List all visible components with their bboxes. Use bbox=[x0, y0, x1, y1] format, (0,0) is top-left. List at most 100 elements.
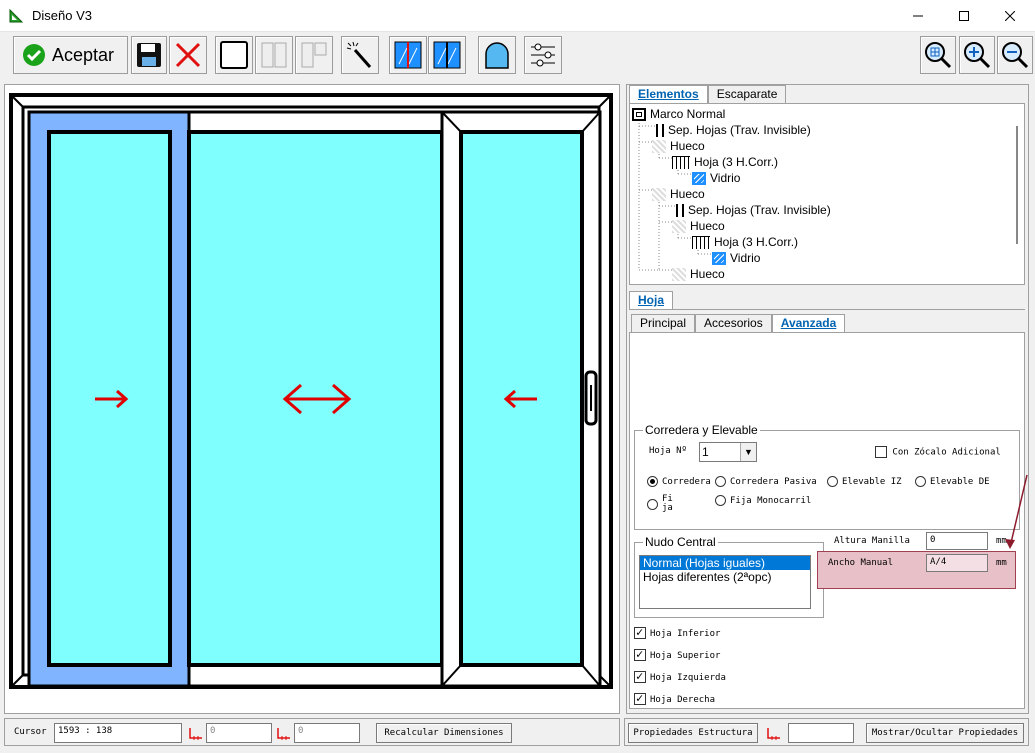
structure-properties-button[interactable]: Propiedades Estructura bbox=[628, 723, 758, 743]
window-title: Diseño V3 bbox=[32, 8, 92, 23]
tab-escaparate[interactable]: Escaparate bbox=[707, 85, 787, 103]
zoom-out-icon bbox=[1002, 42, 1029, 69]
tree-node[interactable]: Hoja (3 H.Corr.) bbox=[692, 234, 798, 250]
nudo-title: Nudo Central bbox=[643, 535, 718, 549]
recalculate-button[interactable]: Recalcular Dimensiones bbox=[376, 723, 512, 743]
tab-elementos[interactable]: Elementos bbox=[629, 85, 708, 103]
tab-accesorios[interactable]: Accesorios bbox=[695, 314, 772, 332]
chevron-down-icon: ▼ bbox=[740, 443, 756, 461]
save-button[interactable] bbox=[131, 36, 167, 74]
checkbox[interactable] bbox=[634, 647, 646, 661]
tree-node[interactable]: Vidrio bbox=[712, 250, 760, 266]
tree-scrollbar[interactable] bbox=[1016, 126, 1018, 244]
design-canvas[interactable] bbox=[4, 84, 620, 714]
dimension-y-input[interactable]: 0 bbox=[294, 723, 360, 743]
tree-node[interactable]: Hoja (3 H.Corr.) bbox=[672, 154, 778, 170]
zoom-fit-button[interactable] bbox=[920, 36, 956, 74]
tree-node[interactable]: Marco Normal bbox=[632, 106, 725, 122]
frame-button[interactable] bbox=[215, 36, 253, 74]
sash-checkbox[interactable]: Hoja Superior bbox=[634, 647, 721, 661]
radio-button[interactable] bbox=[647, 498, 658, 510]
maximize-button[interactable] bbox=[941, 0, 987, 32]
zoom-in-button[interactable] bbox=[959, 36, 995, 74]
gap-icon bbox=[652, 139, 666, 153]
gap-icon bbox=[672, 267, 686, 281]
radio-option[interactable]: Elevable DE bbox=[915, 476, 990, 487]
radio-option[interactable]: Elevable IZ bbox=[827, 476, 902, 487]
tab-hoja[interactable]: Hoja bbox=[629, 291, 674, 309]
radio-option[interactable]: Corredera Pasiva bbox=[715, 476, 817, 487]
ancho-label: Ancho Manual bbox=[828, 558, 894, 568]
nudo-listbox[interactable]: Normal (Hojas iguales) Hojas diferentes (… bbox=[639, 555, 811, 609]
tree-node[interactable]: Hueco bbox=[652, 138, 705, 154]
magic-wand-icon bbox=[346, 41, 372, 68]
tab-avanzada[interactable]: Avanzada bbox=[771, 314, 846, 332]
close-icon bbox=[1005, 11, 1015, 21]
checkbox-label: Hoja Inferior bbox=[650, 628, 721, 639]
sash-checkbox[interactable]: Hoja Izquierda bbox=[634, 669, 726, 683]
checkbox[interactable] bbox=[634, 691, 646, 705]
tree-node[interactable]: Sep. Hojas (Trav. Invisible) bbox=[652, 122, 811, 138]
tree-node[interactable]: Sep. Hojas (Trav. Invisible) bbox=[672, 202, 831, 218]
tab-principal[interactable]: Principal bbox=[631, 314, 696, 332]
checkbox[interactable] bbox=[634, 625, 646, 639]
sash-checkbox[interactable]: Hoja Derecha bbox=[634, 691, 715, 705]
zocalo-check[interactable] bbox=[875, 446, 887, 458]
radio-option[interactable]: Fija bbox=[647, 495, 674, 513]
checkbox[interactable] bbox=[634, 669, 646, 683]
settings-sliders-button[interactable] bbox=[524, 36, 562, 74]
title-bar: Diseño V3 bbox=[0, 0, 1035, 32]
zocalo-checkbox[interactable]: Con Zócalo Adicional bbox=[875, 446, 1001, 458]
toggle-properties-button[interactable]: Mostrar/Ocultar Propiedades bbox=[866, 723, 1024, 743]
split-vertical-button[interactable] bbox=[255, 36, 293, 74]
minimize-button[interactable] bbox=[895, 0, 941, 32]
dimension-x-input[interactable]: 0 bbox=[206, 723, 272, 743]
advanced-properties: Corredera y Elevable Hoja Nº 1 ▼ Con Zóc… bbox=[629, 332, 1028, 709]
dimension-icon bbox=[767, 728, 780, 740]
tree-node-label: Hueco bbox=[690, 267, 725, 281]
radio-button[interactable] bbox=[915, 476, 926, 487]
window-drawing[interactable] bbox=[5, 85, 619, 713]
tree-node-label: Hueco bbox=[670, 139, 705, 153]
checkbox-label: Hoja Superior bbox=[650, 650, 721, 661]
radio-button[interactable] bbox=[827, 476, 838, 487]
red-x-icon bbox=[175, 42, 201, 68]
radio-button[interactable] bbox=[647, 476, 658, 487]
ancho-input[interactable]: A/4 bbox=[926, 554, 988, 572]
radio-option[interactable]: Fija Monocarril bbox=[715, 495, 811, 506]
tree-node[interactable]: Hueco bbox=[672, 218, 725, 234]
hoja-number-select[interactable]: 1 ▼ bbox=[699, 442, 757, 462]
cursor-readout: 1593 : 138 bbox=[54, 723, 182, 743]
frame-icon bbox=[220, 41, 248, 69]
altura-input[interactable]: 0 bbox=[926, 532, 988, 550]
dimension-input[interactable] bbox=[788, 723, 854, 743]
zoom-out-button[interactable] bbox=[997, 36, 1033, 74]
accept-button[interactable]: Aceptar bbox=[13, 36, 128, 74]
annotation-arrow-icon bbox=[1005, 474, 1028, 549]
radio-button[interactable] bbox=[715, 476, 726, 487]
radio-label: Fija Monocarril bbox=[730, 496, 812, 506]
split-horizontal-button[interactable] bbox=[295, 36, 333, 74]
tree-node[interactable]: Hueco bbox=[672, 266, 725, 282]
element-tree[interactable]: Marco Normal Sep. Hojas (Trav. Invisible)… bbox=[629, 103, 1025, 285]
arch-button[interactable] bbox=[478, 36, 516, 74]
delete-button[interactable] bbox=[169, 36, 207, 74]
radio-option[interactable]: Corredera bbox=[647, 476, 711, 487]
split-panels-icon bbox=[261, 42, 287, 68]
glass-divide-button[interactable] bbox=[389, 36, 427, 74]
tree-node[interactable]: Hueco bbox=[652, 186, 705, 202]
hoja-number-value: 1 bbox=[702, 445, 709, 459]
radio-button[interactable] bbox=[715, 495, 726, 506]
glass-divide-icon bbox=[394, 41, 422, 69]
nudo-option[interactable]: Normal (Hojas iguales) bbox=[640, 556, 810, 570]
sash-checkbox[interactable]: Hoja Inferior bbox=[634, 625, 721, 639]
close-window-button[interactable] bbox=[987, 0, 1033, 32]
arch-icon bbox=[485, 42, 509, 69]
nudo-option[interactable]: Hojas diferentes (2ªopc) bbox=[640, 570, 810, 584]
tree-node-label: Hueco bbox=[670, 187, 705, 201]
magic-wand-button[interactable] bbox=[341, 36, 379, 74]
checkbox-label: Hoja Izquierda bbox=[650, 672, 726, 683]
glass-icon bbox=[712, 251, 726, 265]
tree-node[interactable]: Vidrio bbox=[692, 170, 740, 186]
glass-split-button[interactable] bbox=[428, 36, 466, 74]
